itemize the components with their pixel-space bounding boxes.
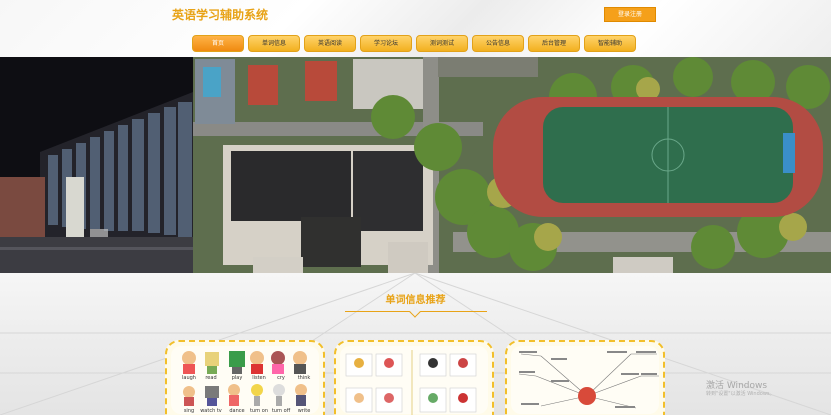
nav-item-word-info[interactable]: 单词信息 — [248, 35, 300, 52]
word-card-2[interactable] — [334, 340, 494, 415]
banner-night-building-image — [0, 57, 193, 273]
word-card-1-image: laugh read play listen cry think sing wa… — [171, 346, 319, 414]
banner-aerial-campus-image — [193, 57, 831, 273]
word-label: watch tv — [200, 408, 222, 414]
word-label: think — [297, 375, 311, 381]
windows-activation-subtitle: 转到"设置"以激活 Windows。 — [706, 391, 775, 397]
section-title: 单词信息推荐 — [385, 295, 446, 306]
login-register-button[interactable]: 登录注册 — [604, 7, 656, 22]
nav-item-english-reading[interactable]: 英语阅读 — [304, 35, 356, 52]
nav-item-forum[interactable]: 学习论坛 — [360, 35, 412, 52]
site-header: 英语学习辅助系统 登录注册 首页 单词信息 英语阅读 学习论坛 测词测试 公告信… — [0, 0, 831, 57]
nav-item-smart-assist[interactable]: 智能辅助 — [584, 35, 636, 52]
nav-item-home[interactable]: 首页 — [192, 35, 244, 52]
nav-item-word-test[interactable]: 测词测试 — [416, 35, 468, 52]
word-label: write — [297, 408, 311, 414]
hero-banner[interactable] — [0, 57, 831, 273]
word-card-1[interactable]: laugh read play listen cry think sing wa… — [165, 340, 325, 415]
word-card-3[interactable] — [505, 340, 665, 415]
word-card-3-image — [511, 346, 659, 414]
site-title[interactable]: 英语学习辅助系统 — [172, 6, 268, 23]
nav-item-announcements[interactable]: 公告信息 — [472, 35, 524, 52]
nav-item-admin[interactable]: 后台管理 — [528, 35, 580, 52]
word-card-2-image — [340, 346, 488, 415]
word-label: read — [205, 375, 217, 381]
